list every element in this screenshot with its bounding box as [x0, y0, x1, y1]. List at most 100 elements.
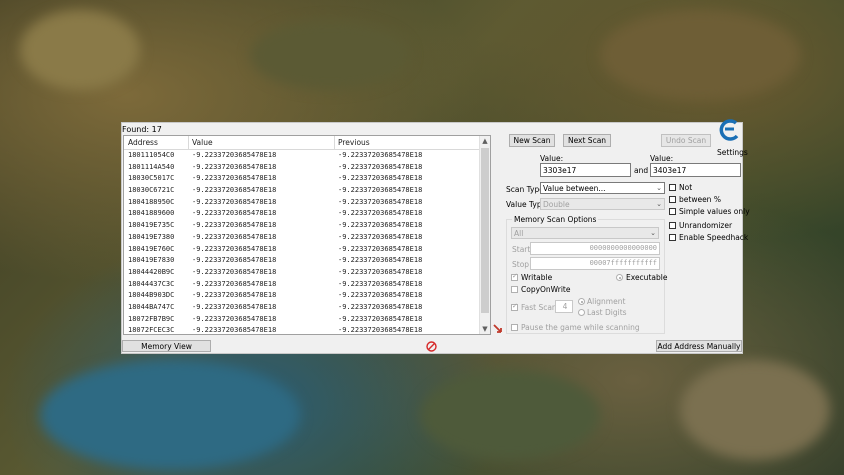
table-row[interactable]: 18044B903DC -9.22337203685478E18 -9.223372… — [124, 290, 480, 302]
cell-previous: -9.22337203685478E18 — [338, 279, 423, 288]
writable-checkbox[interactable] — [511, 272, 518, 281]
last-digits-radio[interactable] — [578, 309, 585, 316]
chevron-down-icon: ⌄ — [656, 200, 662, 208]
background-blot — [600, 10, 800, 100]
cell-previous: -9.22337203685478E18 — [338, 197, 423, 206]
background-blot — [680, 360, 830, 460]
table-row[interactable]: 18030C5017C -9.22337203685478E18 -9.223372… — [124, 173, 480, 185]
table-row[interactable]: 18030C6721C -9.22337203685478E18 -9.223372… — [124, 185, 480, 197]
background-blot — [40, 360, 300, 470]
next-scan-button[interactable]: Next Scan — [563, 134, 611, 147]
column-header-value[interactable]: Value — [192, 138, 213, 147]
memory-view-button[interactable]: Memory View — [122, 340, 211, 352]
table-row[interactable]: 18044420B9C -9.22337203685478E18 -9.223372… — [124, 267, 480, 279]
scrollbar-thumb[interactable] — [481, 148, 489, 313]
scan-type-label: Scan Type — [506, 185, 544, 194]
cell-value: -9.22337203685478E18 — [192, 232, 277, 241]
value-label: Value: — [540, 154, 564, 163]
table-row[interactable]: 18072FCEC3C -9.22337203685478E18 -9.223372… — [124, 325, 480, 335]
memory-region-select[interactable]: All ⌄ — [511, 227, 659, 239]
memory-scan-options-title: Memory Scan Options — [512, 215, 599, 224]
cell-previous: -9.22337203685478E18 — [338, 221, 423, 230]
cell-value: -9.22337203685478E18 — [192, 197, 277, 206]
cell-address: 180419E7830 — [128, 256, 175, 265]
cell-value: -9.22337203685478E18 — [192, 221, 277, 230]
cell-previous: -9.22337203685478E18 — [338, 314, 423, 323]
fast-scan-checkbox[interactable] — [511, 302, 518, 311]
results-rows: 180111054C0 -9.22337203685478E18 -9.223372… — [124, 150, 480, 335]
cell-value: -9.22337203685478E18 — [192, 256, 277, 265]
undo-scan-button[interactable]: Undo Scan — [661, 134, 711, 147]
scroll-down-icon[interactable]: ▼ — [480, 324, 490, 334]
background-blot — [250, 20, 410, 90]
between-percent-label: between % — [679, 195, 721, 204]
cell-address: 18030C5017C — [128, 174, 175, 183]
simple-values-label: Simple values only — [679, 207, 750, 216]
settings-link[interactable]: Settings — [717, 148, 748, 157]
unrandomizer-checkbox[interactable] — [669, 222, 676, 229]
table-row[interactable]: 18072FB7B9C -9.22337203685478E18 -9.223372… — [124, 314, 480, 326]
background-blot — [20, 10, 140, 90]
alignment-radio[interactable] — [578, 298, 585, 305]
cell-previous: -9.22337203685478E18 — [338, 232, 423, 241]
stop-scan-icon[interactable] — [426, 341, 437, 352]
executable-label: Executable — [626, 273, 668, 282]
column-separator — [188, 136, 189, 149]
simple-values-checkbox[interactable] — [669, 208, 676, 215]
column-separator — [334, 136, 335, 149]
scan-results-list[interactable]: Address Value Previous 180111054C0 -9.223… — [123, 135, 491, 335]
speedhack-checkbox[interactable] — [669, 234, 676, 241]
table-row[interactable]: 180419E735C -9.22337203685478E18 -9.223372… — [124, 220, 480, 232]
column-header-address[interactable]: Address — [128, 138, 158, 147]
stop-label: Stop — [512, 260, 530, 269]
fast-scan-label: Fast Scan — [521, 303, 557, 312]
cell-value: -9.22337203685478E18 — [192, 291, 277, 300]
table-row[interactable]: 1801114A540 -9.22337203685478E18 -9.223372… — [124, 162, 480, 174]
cell-previous: -9.22337203685478E18 — [338, 291, 423, 300]
cheat-engine-logo-icon[interactable] — [716, 119, 742, 141]
column-header-previous[interactable]: Previous — [338, 138, 370, 147]
value2-input[interactable]: 3403e17 — [650, 163, 741, 177]
results-scrollbar[interactable]: ▲ ▼ — [479, 136, 490, 334]
table-row[interactable]: 180419E7380 -9.22337203685478E18 -9.223372… — [124, 232, 480, 244]
cell-previous: -9.22337203685478E18 — [338, 186, 423, 195]
scan-type-value: Value between... — [543, 184, 606, 193]
value2-label: Value: — [650, 154, 674, 163]
background-blot — [420, 370, 600, 460]
cell-previous: -9.22337203685478E18 — [338, 256, 423, 265]
table-row[interactable]: 180111054C0 -9.22337203685478E18 -9.223372… — [124, 150, 480, 162]
new-scan-button[interactable]: New Scan — [509, 134, 555, 147]
table-row[interactable]: 180419E7830 -9.22337203685478E18 -9.223372… — [124, 255, 480, 267]
scroll-up-icon[interactable]: ▲ — [480, 136, 490, 146]
stop-address-input[interactable]: 00007fffffffffff — [530, 257, 660, 270]
start-address-input[interactable]: 0000000000000000 — [530, 242, 660, 255]
cell-address: 18072FCEC3C — [128, 326, 175, 335]
add-address-manually-button[interactable]: Add Address Manually — [656, 340, 742, 352]
value-type-select[interactable]: Double ⌄ — [540, 198, 665, 210]
table-row[interactable]: 18041889600 -9.22337203685478E18 -9.223372… — [124, 208, 480, 220]
executable-checkbox[interactable] — [616, 274, 623, 281]
cell-address: 18044437C3C — [128, 279, 175, 288]
cell-previous: -9.22337203685478E18 — [338, 174, 423, 183]
cell-value: -9.22337203685478E18 — [192, 174, 277, 183]
table-row[interactable]: 18044BA747C -9.22337203685478E18 -9.223372… — [124, 302, 480, 314]
add-to-list-arrow-icon[interactable] — [492, 323, 504, 335]
cell-address: 180419E7380 — [128, 232, 175, 241]
chevron-down-icon: ⌄ — [650, 229, 656, 237]
not-checkbox[interactable] — [669, 184, 676, 191]
table-row[interactable]: 18044437C3C -9.22337203685478E18 -9.223372… — [124, 279, 480, 291]
cell-value: -9.22337203685478E18 — [192, 186, 277, 195]
table-row[interactable]: 180419E760C -9.22337203685478E18 -9.223372… — [124, 244, 480, 256]
scan-type-select[interactable]: Value between... ⌄ — [540, 182, 665, 194]
table-row[interactable]: 1804188950C -9.22337203685478E18 -9.223372… — [124, 197, 480, 209]
and-label: and — [634, 166, 649, 175]
cell-value: -9.22337203685478E18 — [192, 209, 277, 218]
between-percent-checkbox[interactable] — [669, 196, 676, 203]
fast-scan-alignment-input[interactable]: 4 — [555, 300, 573, 313]
chevron-down-icon: ⌄ — [656, 184, 662, 192]
copy-on-write-checkbox[interactable] — [511, 286, 518, 293]
value-input[interactable]: 3303e17 — [540, 163, 631, 177]
cell-value: -9.22337203685478E18 — [192, 162, 277, 171]
value-type-value: Double — [543, 200, 570, 209]
pause-game-checkbox[interactable] — [511, 324, 518, 331]
